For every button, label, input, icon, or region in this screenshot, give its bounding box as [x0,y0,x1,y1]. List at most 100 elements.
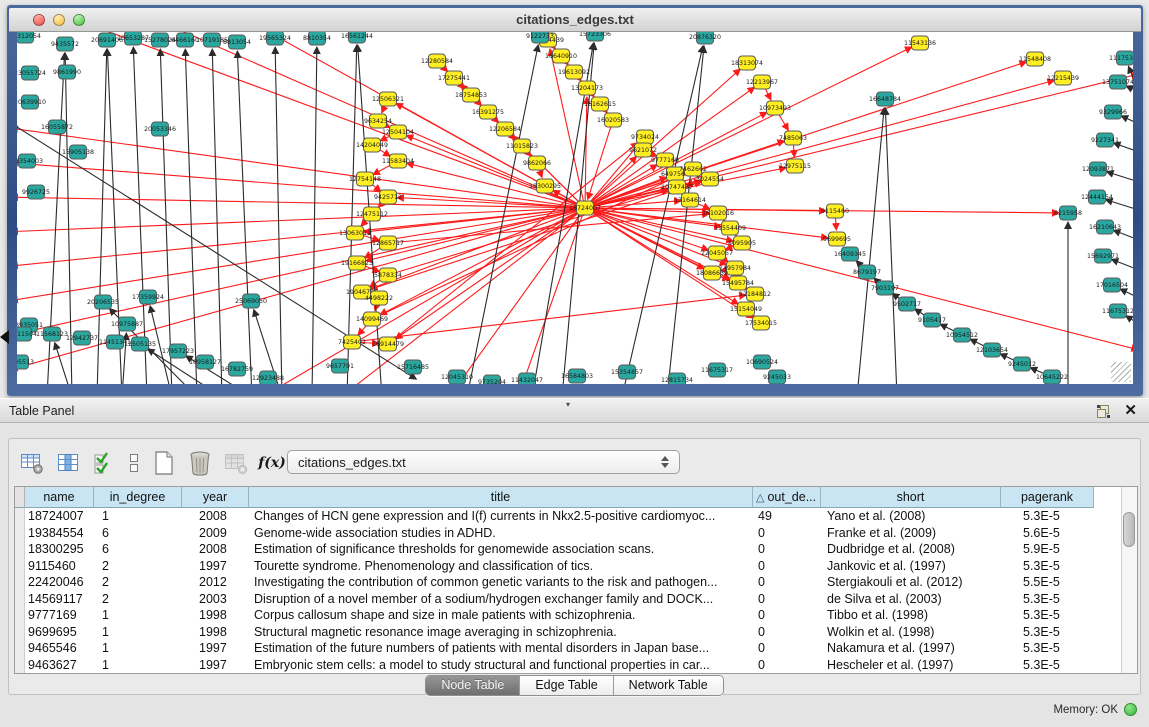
table-cell[interactable]: 2003 [182,591,249,608]
table-cell[interactable]: 9463627 [25,657,94,674]
table-cell[interactable]: Estimation of significance thresholds fo… [249,541,753,558]
table-cell[interactable]: 9465546 [25,640,94,657]
table-cell[interactable]: 2 [94,574,182,591]
graph-edge[interactable] [857,108,884,384]
tab-node-table[interactable]: Node Table [426,676,519,695]
table-cell[interactable]: 0 [753,607,821,624]
table-cell[interactable]: 2 [94,558,182,575]
graph-edge[interactable] [1121,116,1133,124]
table-cell[interactable]: 2008 [182,508,249,525]
table-cell[interactable]: 5.3E-5 [1001,607,1094,624]
table-cell[interactable]: Estimation of the future numbers of pati… [249,640,753,657]
table-cell[interactable]: Nakamura et al. (1997) [821,640,1001,657]
graph-edge[interactable] [585,208,1133,350]
table-cell[interactable]: 5.3E-5 [1001,657,1094,674]
graph-edge[interactable] [352,295,746,342]
resize-grip-icon[interactable] [1111,362,1131,382]
table-cell[interactable]: 1 [94,640,182,657]
table-cell[interactable]: 18300295 [25,541,94,558]
table-cell[interactable]: 0 [753,657,821,674]
table-cell[interactable]: 6 [94,525,182,542]
table-cell[interactable]: 18724007 [25,508,94,525]
table-cell[interactable]: 5.6E-5 [1001,525,1094,542]
table-cell[interactable]: 1 [94,508,182,525]
select-rows-icon[interactable] [91,450,117,476]
table-cell[interactable]: Jankovic et al. (1997) [821,558,1001,575]
table-cell[interactable]: 1 [94,607,182,624]
table-cell[interactable]: Embryonic stem cells: a model to study s… [249,657,753,674]
table-cell[interactable]: 1 [94,657,182,674]
network-graph[interactable]: 1872400712280584172754411875485316391275… [17,32,1133,384]
graph-edge[interactable] [237,51,252,384]
table-cell[interactable]: 2008 [182,541,249,558]
table-selector-dropdown[interactable]: citations_edges.txt [287,450,680,474]
float-window-icon[interactable] [1095,403,1111,419]
tab-network-table[interactable]: Network Table [613,676,723,695]
graph-edge[interactable] [388,190,668,275]
table-cell[interactable]: de Silva et al. (2003) [821,591,1001,608]
graph-edge[interactable] [107,49,122,384]
column-header-in-degree[interactable]: in_degree [94,487,182,508]
table-cell[interactable]: Wolkin et al. (1998) [821,624,1001,641]
close-panel-icon[interactable]: ✕ [1124,403,1137,419]
graph-edge[interactable] [1120,289,1133,298]
table-cell[interactable]: Stergiakouli et al. (2012) [821,574,1001,591]
graph-edge[interactable] [585,208,708,250]
graph-edge[interactable] [1126,316,1133,324]
delete-table-icon[interactable] [223,450,249,476]
function-builder-icon[interactable]: f(x) [259,450,285,476]
graph-edge[interactable] [312,47,317,384]
table-cell[interactable]: Yano et al. (2008) [821,508,1001,525]
table-cell[interactable]: Hescheler et al. (1997) [821,657,1001,674]
table-cell[interactable]: Changes of HCN gene expression and I(f) … [249,508,753,525]
table-cell[interactable]: 5.3E-5 [1001,558,1094,575]
graph-edge[interactable] [1113,143,1133,152]
table-settings-icon[interactable] [19,450,45,476]
table-cell[interactable]: Franke et al. (2009) [821,525,1001,542]
delete-rows-icon[interactable] [187,450,213,476]
table-cell[interactable]: 49 [753,508,821,525]
table-cell[interactable]: 22420046 [25,574,94,591]
graph-edge[interactable] [55,343,72,384]
table-cell[interactable]: Tibbo et al. (1998) [821,607,1001,624]
column-header-pagerank[interactable]: pagerank [1001,487,1094,508]
graph-edge[interactable] [1113,230,1133,240]
table-cell[interactable]: 1998 [182,607,249,624]
graph-edge[interactable] [585,47,912,208]
graph-edge[interactable] [1111,259,1133,270]
tab-edge-table[interactable]: Edge Table [519,676,612,695]
table-cell[interactable]: 14569117 [25,591,94,608]
table-cell[interactable]: Corpus callosum shape and size in male p… [249,607,753,624]
graph-edge[interactable] [1126,86,1133,92]
table-cell[interactable]: 0 [753,541,821,558]
table-cell[interactable]: 9777169 [25,607,94,624]
table-cell[interactable]: 1 [94,624,182,641]
table-cell[interactable]: 0 [753,591,821,608]
table-cell[interactable]: Genome-wide association studies in ADHD. [249,525,753,542]
table-cell[interactable]: 1997 [182,640,249,657]
new-table-icon[interactable] [151,450,177,476]
column-header-name[interactable]: name [25,487,94,508]
graph-edge[interactable] [1106,200,1133,210]
show-column-icon[interactable] [55,450,81,476]
table-cell[interactable]: 5.5E-5 [1001,574,1094,591]
graph-edge[interactable] [160,49,172,384]
graph-edge[interactable] [1107,172,1133,182]
column-header-title[interactable]: title [249,487,753,508]
split-collapse-handle[interactable]: ▾ [566,400,570,409]
window-titlebar[interactable]: citations_edges.txt [9,8,1141,32]
table-cell[interactable]: 5.3E-5 [1001,591,1094,608]
graph-edge[interactable] [185,49,197,384]
table-scrollbar[interactable] [1121,487,1137,673]
graph-edge[interactable] [585,97,587,208]
graph-edge[interactable] [212,49,222,384]
table-cell[interactable]: 19384554 [25,525,94,542]
column-header-short[interactable]: short [821,487,1001,508]
table-cell[interactable]: 1997 [182,558,249,575]
table-cell[interactable]: Tourette syndrome. Phenomenology and cla… [249,558,753,575]
table-cell[interactable]: 0 [753,558,821,575]
table-cell[interactable]: 5.3E-5 [1001,640,1094,657]
table-cell[interactable]: 2009 [182,525,249,542]
table-cell[interactable]: 0 [753,640,821,657]
table-cell[interactable]: Disruption of a novel member of a sodium… [249,591,753,608]
